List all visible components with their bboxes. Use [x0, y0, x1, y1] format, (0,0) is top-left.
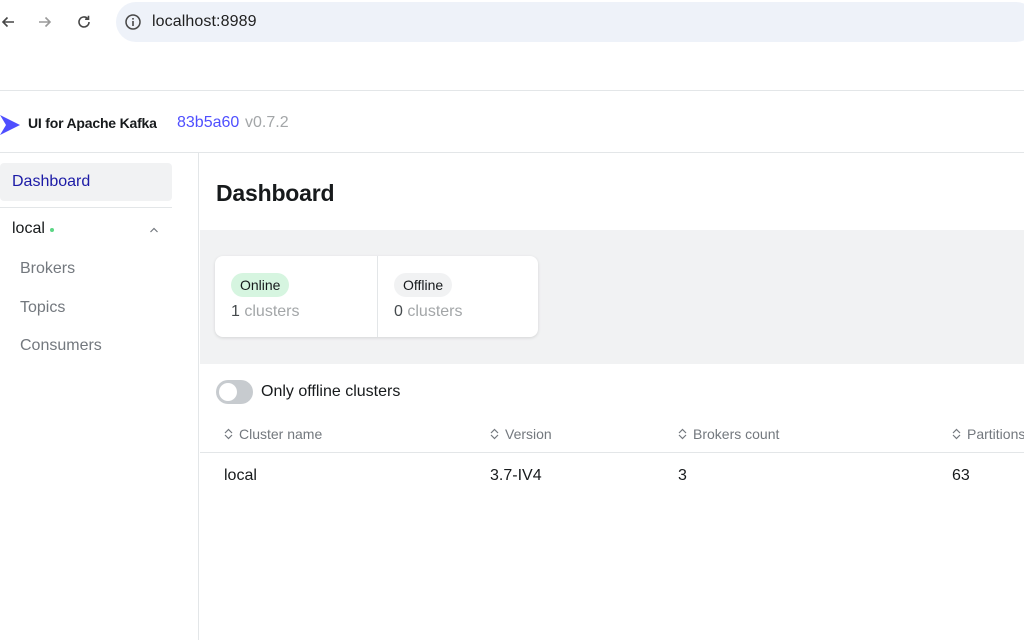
offline-count-line: 0 clusters: [394, 303, 462, 321]
toggle-knob: [219, 383, 237, 401]
back-icon[interactable]: [0, 12, 18, 32]
sort-icon: [224, 428, 233, 440]
sidebar-item-brokers[interactable]: Brokers: [20, 260, 75, 278]
column-header-cluster-name[interactable]: Cluster name: [224, 426, 322, 442]
table-row[interactable]: local 3.7-IV4 3 63: [200, 454, 1024, 498]
offline-filter-row: Only offline clusters: [216, 379, 400, 405]
forward-icon[interactable]: [35, 12, 55, 32]
sidebar-cluster-local[interactable]: local: [0, 213, 172, 247]
cluster-status-dot: [50, 228, 54, 232]
toggle-label[interactable]: Only offline clusters: [261, 383, 400, 401]
table-header: Cluster name Version Brokers count Parti…: [200, 421, 1024, 453]
online-badge: Online: [231, 273, 290, 297]
sidebar: Dashboard local Brokers Topics Consumers: [0, 153, 199, 640]
offline-stat: Offline 0 clusters: [377, 256, 538, 337]
column-header-version[interactable]: Version: [490, 426, 552, 442]
sort-icon: [678, 428, 687, 440]
chevron-up-icon[interactable]: [148, 223, 160, 235]
column-header-brokers-count[interactable]: Brokers count: [678, 426, 779, 442]
column-header-label: Version: [505, 426, 552, 442]
column-header-partitions[interactable]: Partitions: [952, 426, 1024, 442]
cell-brokers-count: 3: [678, 467, 687, 484]
sidebar-item-topics[interactable]: Topics: [20, 299, 65, 317]
build-hash-link[interactable]: 83b5a60: [177, 114, 239, 132]
cluster-name: local: [12, 220, 45, 237]
online-unit: clusters: [244, 303, 300, 320]
url-text[interactable]: localhost:8989: [152, 13, 257, 31]
reload-icon[interactable]: [74, 12, 94, 32]
column-header-label: Cluster name: [239, 426, 323, 442]
offline-unit: clusters: [407, 303, 463, 320]
kafka-logo-icon[interactable]: [0, 111, 22, 139]
sidebar-item-dashboard[interactable]: Dashboard: [0, 163, 172, 201]
main-content: Dashboard Online 1 clusters Offline 0 cl…: [200, 153, 1024, 640]
offline-clusters-toggle[interactable]: [216, 380, 253, 404]
app-version: v0.7.2: [245, 114, 289, 131]
online-count-line: 1 clusters: [231, 303, 299, 321]
sidebar-divider: [0, 207, 172, 208]
app-title[interactable]: UI for Apache Kafka: [28, 115, 157, 131]
page-title: Dashboard: [216, 180, 335, 206]
browser-toolbar: localhost:8989: [0, 0, 1024, 44]
app-header: UI for Apache Kafka 83b5a60 v0.7.2: [0, 90, 1024, 153]
address-bar[interactable]: localhost:8989: [116, 2, 1024, 42]
sort-icon: [952, 428, 961, 440]
offline-badge: Offline: [394, 273, 453, 297]
site-info-icon[interactable]: [124, 13, 142, 31]
column-header-label: Partitions: [967, 426, 1024, 442]
online-count: 1: [231, 303, 240, 320]
sort-icon: [490, 428, 499, 440]
cell-cluster-name[interactable]: local: [224, 467, 257, 485]
online-stat: Online 1 clusters: [215, 256, 376, 337]
sidebar-item-label: Dashboard: [12, 173, 91, 190]
cell-partitions: 63: [952, 467, 970, 484]
cluster-stats-card: Online 1 clusters Offline 0 clusters: [215, 256, 538, 337]
cell-version: 3.7-IV4: [490, 467, 542, 484]
stats-band: Online 1 clusters Offline 0 clusters: [200, 230, 1024, 364]
column-header-label: Brokers count: [693, 426, 780, 442]
sidebar-item-consumers[interactable]: Consumers: [20, 337, 102, 355]
offline-count: 0: [394, 303, 403, 320]
